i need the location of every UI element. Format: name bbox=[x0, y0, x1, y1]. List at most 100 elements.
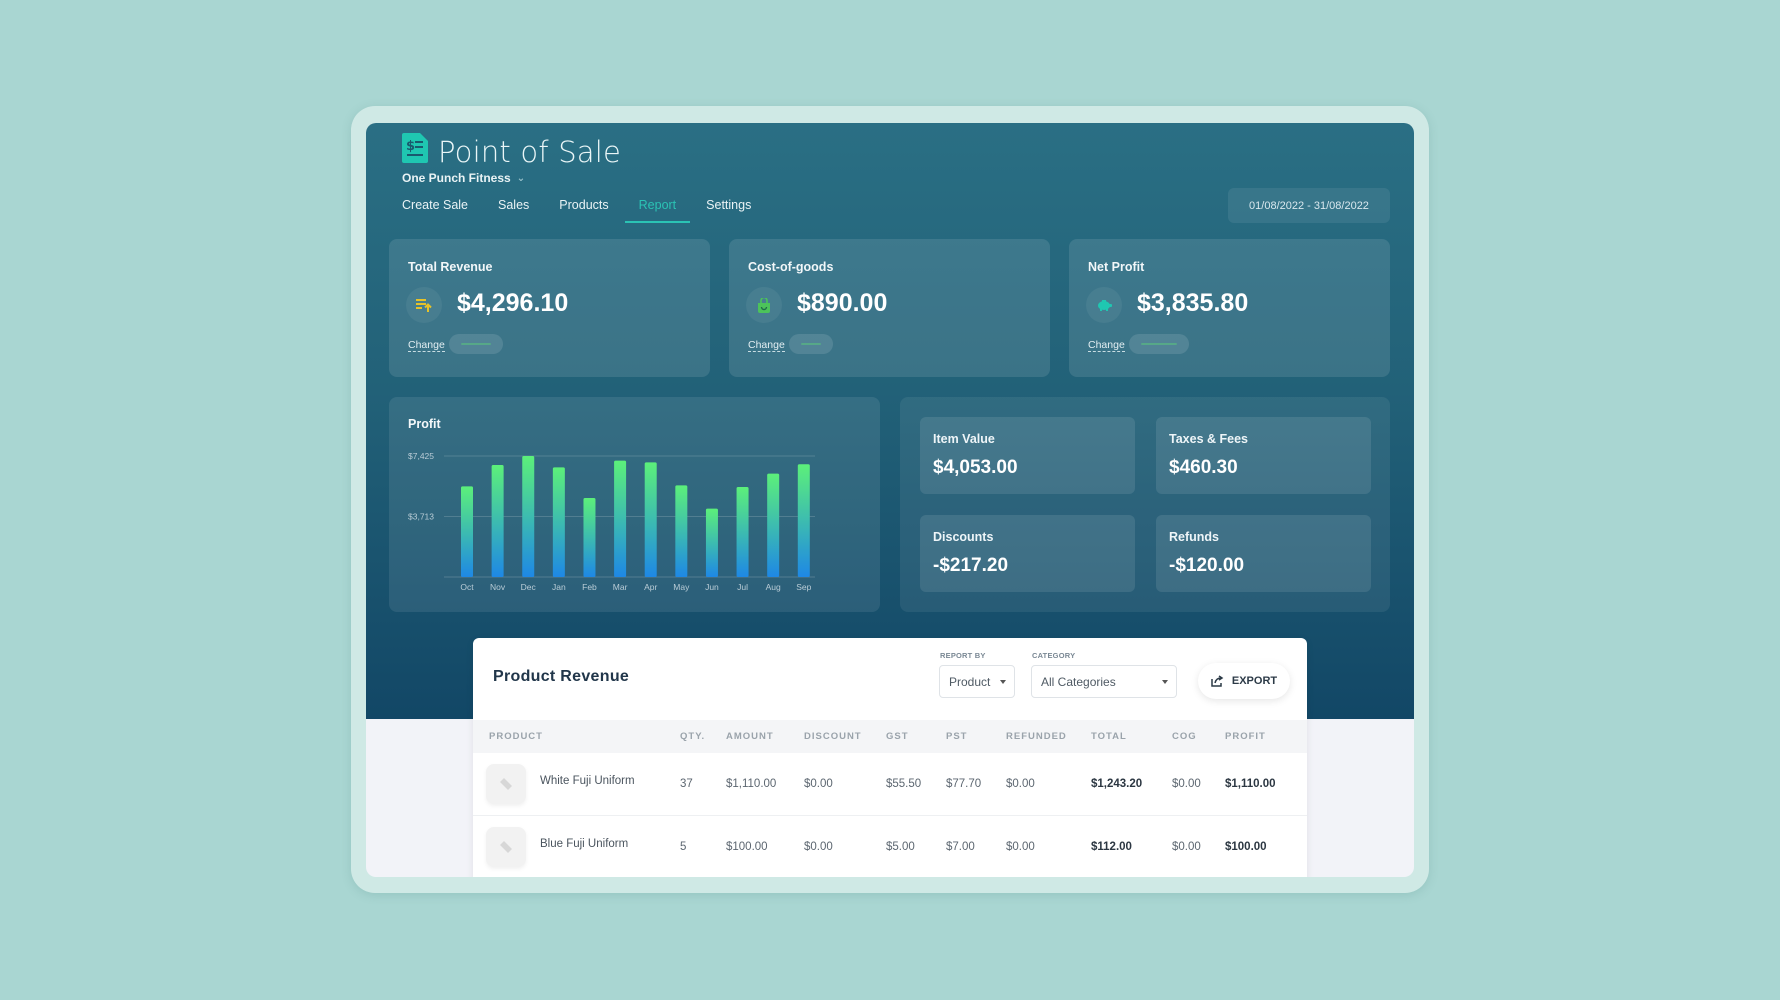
bar-jun[interactable] bbox=[705, 508, 718, 577]
x-tick-label: Jul bbox=[737, 582, 748, 592]
caret-down-icon bbox=[1000, 680, 1006, 684]
column-header[interactable]: PST bbox=[946, 731, 967, 742]
svg-text:$: $ bbox=[406, 139, 415, 154]
cell-pst: $77.70 bbox=[946, 778, 982, 790]
tab-products[interactable]: Products bbox=[559, 195, 608, 223]
cell-qty: 37 bbox=[680, 778, 693, 790]
column-header[interactable]: REFUNDED bbox=[1006, 731, 1067, 742]
cell-qty: 5 bbox=[680, 841, 687, 853]
cell-total: $112.00 bbox=[1091, 841, 1132, 853]
metric-value: $4,053.00 bbox=[933, 457, 1018, 478]
column-header[interactable]: TOTAL bbox=[1091, 731, 1127, 742]
metric-taxes-fees: Taxes & Fees $460.30 bbox=[1156, 417, 1371, 494]
profit-chart-panel: Profit $3,713 $7,425 Oct Nov Dec Jan Feb Mar Apr… bbox=[389, 397, 880, 612]
bar-jul[interactable] bbox=[736, 486, 749, 577]
change-label[interactable]: Change bbox=[408, 339, 445, 352]
column-header[interactable]: PRODUCT bbox=[489, 731, 543, 742]
kpi-card-total-revenue: Total Revenue $4,296.10 Change bbox=[389, 239, 710, 377]
product-thumbnail bbox=[486, 764, 526, 804]
tab-sales[interactable]: Sales bbox=[498, 195, 529, 223]
column-header[interactable]: PROFIT bbox=[1225, 731, 1266, 742]
shopping-bag-icon bbox=[746, 287, 782, 323]
table-row[interactable]: Blue Fuji Uniform 5 $100.00 $0.00 $5.00 … bbox=[473, 816, 1307, 877]
profit-chart: $3,713 $7,425 Oct Nov Dec Jan Feb Mar Apr May Jun J… bbox=[408, 451, 815, 592]
column-header[interactable]: AMOUNT bbox=[726, 731, 774, 742]
tag-icon bbox=[500, 841, 512, 853]
bar-sep[interactable] bbox=[797, 464, 810, 577]
bar-oct[interactable] bbox=[461, 486, 473, 577]
category-select[interactable]: All Categories bbox=[1031, 665, 1177, 698]
metric-discounts: Discounts -$217.20 bbox=[920, 515, 1135, 592]
metric-refunds: Refunds -$120.00 bbox=[1156, 515, 1371, 592]
bar-may[interactable] bbox=[675, 485, 688, 577]
table-header: PRODUCT QTY. AMOUNT DISCOUNT GST PST REF… bbox=[473, 720, 1307, 753]
column-header[interactable]: DISCOUNT bbox=[804, 731, 862, 742]
column-header[interactable]: GST bbox=[886, 731, 909, 742]
caret-down-icon bbox=[1162, 680, 1168, 684]
x-tick-label: Dec bbox=[521, 582, 537, 592]
table-row[interactable]: White Fuji Uniform 37 $1,110.00 $0.00 $5… bbox=[473, 753, 1307, 816]
category-value: All Categories bbox=[1041, 674, 1116, 689]
metric-value: -$120.00 bbox=[1169, 555, 1245, 576]
tab-settings[interactable]: Settings bbox=[706, 195, 751, 223]
bar-dec[interactable] bbox=[522, 456, 535, 577]
piggy-bank-icon bbox=[1086, 287, 1122, 323]
bar-jan[interactable] bbox=[552, 467, 565, 577]
bar-apr[interactable] bbox=[644, 462, 657, 577]
x-tick-label: Mar bbox=[613, 582, 628, 592]
kpi-value: $890.00 bbox=[797, 289, 888, 317]
organization-selector[interactable]: One Punch Fitness ⌄ bbox=[402, 171, 525, 185]
app-title: Point of Sale bbox=[438, 135, 622, 169]
cell-amount: $100.00 bbox=[726, 841, 768, 853]
report-by-select[interactable]: Product bbox=[939, 665, 1015, 698]
product-name[interactable]: Blue Fuji Uniform bbox=[540, 838, 628, 850]
kpi-card-net-profit: Net Profit $3,835.80 Change bbox=[1069, 239, 1390, 377]
x-tick-label: May bbox=[673, 582, 690, 592]
bar-mar[interactable] bbox=[614, 460, 627, 577]
organization-name: One Punch Fitness bbox=[402, 171, 511, 185]
x-tick-label: Feb bbox=[582, 582, 597, 592]
x-tick-label: Sep bbox=[796, 582, 811, 592]
x-tick-label: Oct bbox=[460, 582, 474, 592]
tab-report[interactable]: Report bbox=[624, 195, 690, 223]
app-window: $ Point of Sale One Punch Fitness ⌄ Crea… bbox=[366, 123, 1414, 877]
product-revenue-card: Product Revenue REPORT BY Product CATEGO… bbox=[473, 638, 1307, 877]
bar-nov[interactable] bbox=[491, 465, 504, 577]
product-name[interactable]: White Fuji Uniform bbox=[540, 775, 635, 787]
summary-metrics-panel: Item Value $4,053.00 Taxes & Fees $460.3… bbox=[900, 397, 1390, 612]
change-badge bbox=[449, 334, 503, 354]
cell-discount: $0.00 bbox=[804, 778, 833, 790]
change-label[interactable]: Change bbox=[1088, 339, 1125, 352]
metric-label: Item Value bbox=[933, 432, 995, 446]
metric-label: Refunds bbox=[1169, 530, 1219, 544]
y-tick-label: $3,713 bbox=[408, 511, 434, 521]
pos-logo-icon: $ bbox=[402, 133, 428, 163]
change-badge bbox=[1129, 334, 1189, 354]
cell-profit: $100.00 bbox=[1225, 841, 1267, 853]
bar-aug[interactable] bbox=[767, 473, 780, 577]
report-by-value: Product bbox=[949, 674, 991, 689]
metric-label: Discounts bbox=[933, 530, 994, 544]
bar-feb[interactable] bbox=[583, 497, 596, 577]
main-nav: Create Sale Sales Products Report Settin… bbox=[402, 195, 781, 223]
cell-refunded: $0.00 bbox=[1006, 778, 1035, 790]
tab-create-sale[interactable]: Create Sale bbox=[402, 195, 468, 223]
cell-refunded: $0.00 bbox=[1006, 841, 1035, 853]
kpi-label: Net Profit bbox=[1088, 260, 1145, 274]
date-range-picker[interactable]: 01/08/2022 - 31/08/2022 bbox=[1228, 188, 1390, 223]
card-title: Product Revenue bbox=[493, 668, 630, 685]
kpi-value: $3,835.80 bbox=[1137, 289, 1249, 317]
export-button[interactable]: EXPORT bbox=[1198, 663, 1290, 699]
x-tick-label: Aug bbox=[766, 582, 781, 592]
tag-icon bbox=[500, 778, 512, 790]
chevron-down-icon: ⌄ bbox=[516, 172, 526, 184]
x-tick-label: Jun bbox=[705, 582, 719, 592]
kpi-label: Cost-of-goods bbox=[748, 260, 834, 274]
cell-profit: $1,110.00 bbox=[1225, 778, 1276, 790]
column-header[interactable]: COG bbox=[1172, 731, 1197, 742]
x-tick-label: Apr bbox=[644, 582, 657, 592]
metric-value: $460.30 bbox=[1169, 457, 1238, 478]
cell-gst: $55.50 bbox=[886, 778, 922, 790]
change-label[interactable]: Change bbox=[748, 339, 785, 352]
column-header[interactable]: QTY. bbox=[680, 731, 705, 742]
